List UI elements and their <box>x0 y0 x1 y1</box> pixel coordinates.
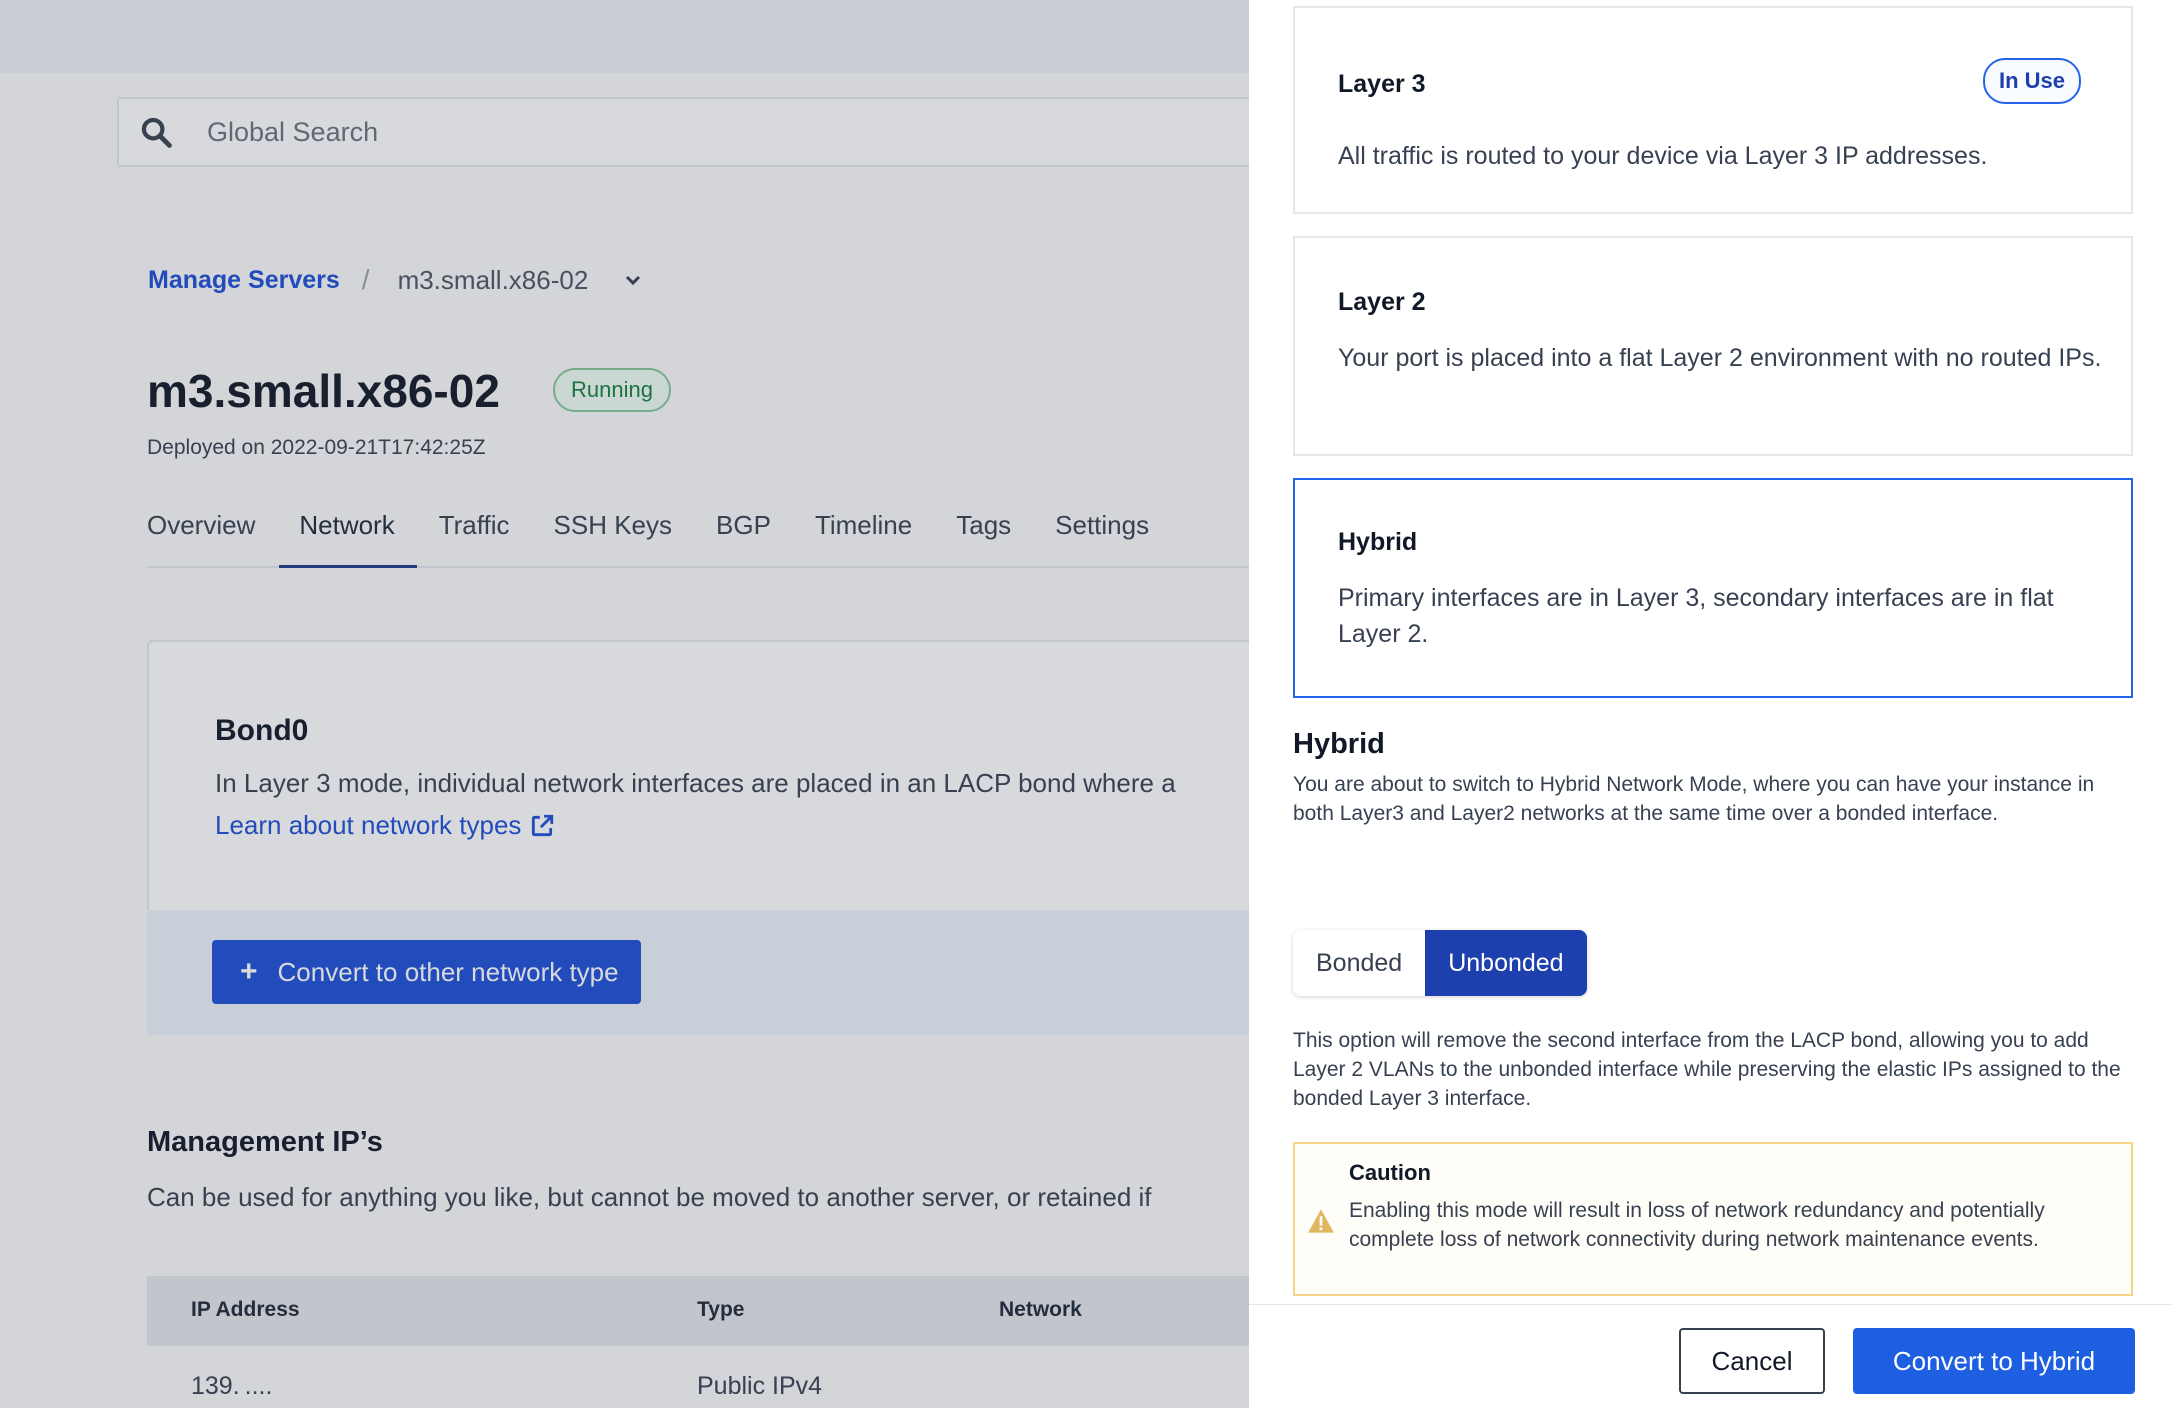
option-layer-3[interactable]: Layer 3 In Use All traffic is routed to … <box>1293 6 2133 214</box>
option-hybrid-title: Hybrid <box>1338 528 1418 556</box>
cancel-button[interactable]: Cancel <box>1679 1328 1825 1394</box>
option-layer-3-description: All traffic is routed to your device via… <box>1338 142 1988 170</box>
unbonded-option[interactable]: Unbonded <box>1425 930 1587 996</box>
network-type-drawer: Layer 3 In Use All traffic is routed to … <box>1249 0 2172 1408</box>
caution-title: Caution <box>1349 1160 1431 1185</box>
warning-icon <box>1308 1209 1334 1233</box>
bond-mode-toggle: Bonded Unbonded <box>1293 930 1587 996</box>
option-hybrid-description: Primary interfaces are in Layer 3, secon… <box>1338 584 2054 648</box>
hybrid-section-title: Hybrid <box>1293 728 1385 760</box>
caution-alert: Caution Enabling this mode will result i… <box>1293 1142 2133 1296</box>
option-hybrid[interactable]: Hybrid Primary interfaces are in Layer 3… <box>1293 478 2133 698</box>
option-layer-2[interactable]: Layer 2 Your port is placed into a flat … <box>1293 236 2133 456</box>
unbonded-note: This option will remove the second inter… <box>1293 1029 2121 1110</box>
hybrid-section-description: You are about to switch to Hybrid Networ… <box>1293 773 2095 825</box>
modal-backdrop[interactable] <box>0 0 1249 1408</box>
bonded-option[interactable]: Bonded <box>1293 930 1426 996</box>
option-layer-2-description: Your port is placed into a flat Layer 2 … <box>1338 344 2102 372</box>
convert-to-hybrid-button[interactable]: Convert to Hybrid <box>1853 1328 2135 1394</box>
option-layer-3-title: Layer 3 <box>1338 70 1426 98</box>
in-use-badge: In Use <box>1982 58 2081 104</box>
caution-text: Enabling this mode will result in loss o… <box>1349 1199 2045 1251</box>
option-layer-2-title: Layer 2 <box>1338 288 1426 316</box>
drawer-footer-divider <box>1249 1304 2172 1305</box>
